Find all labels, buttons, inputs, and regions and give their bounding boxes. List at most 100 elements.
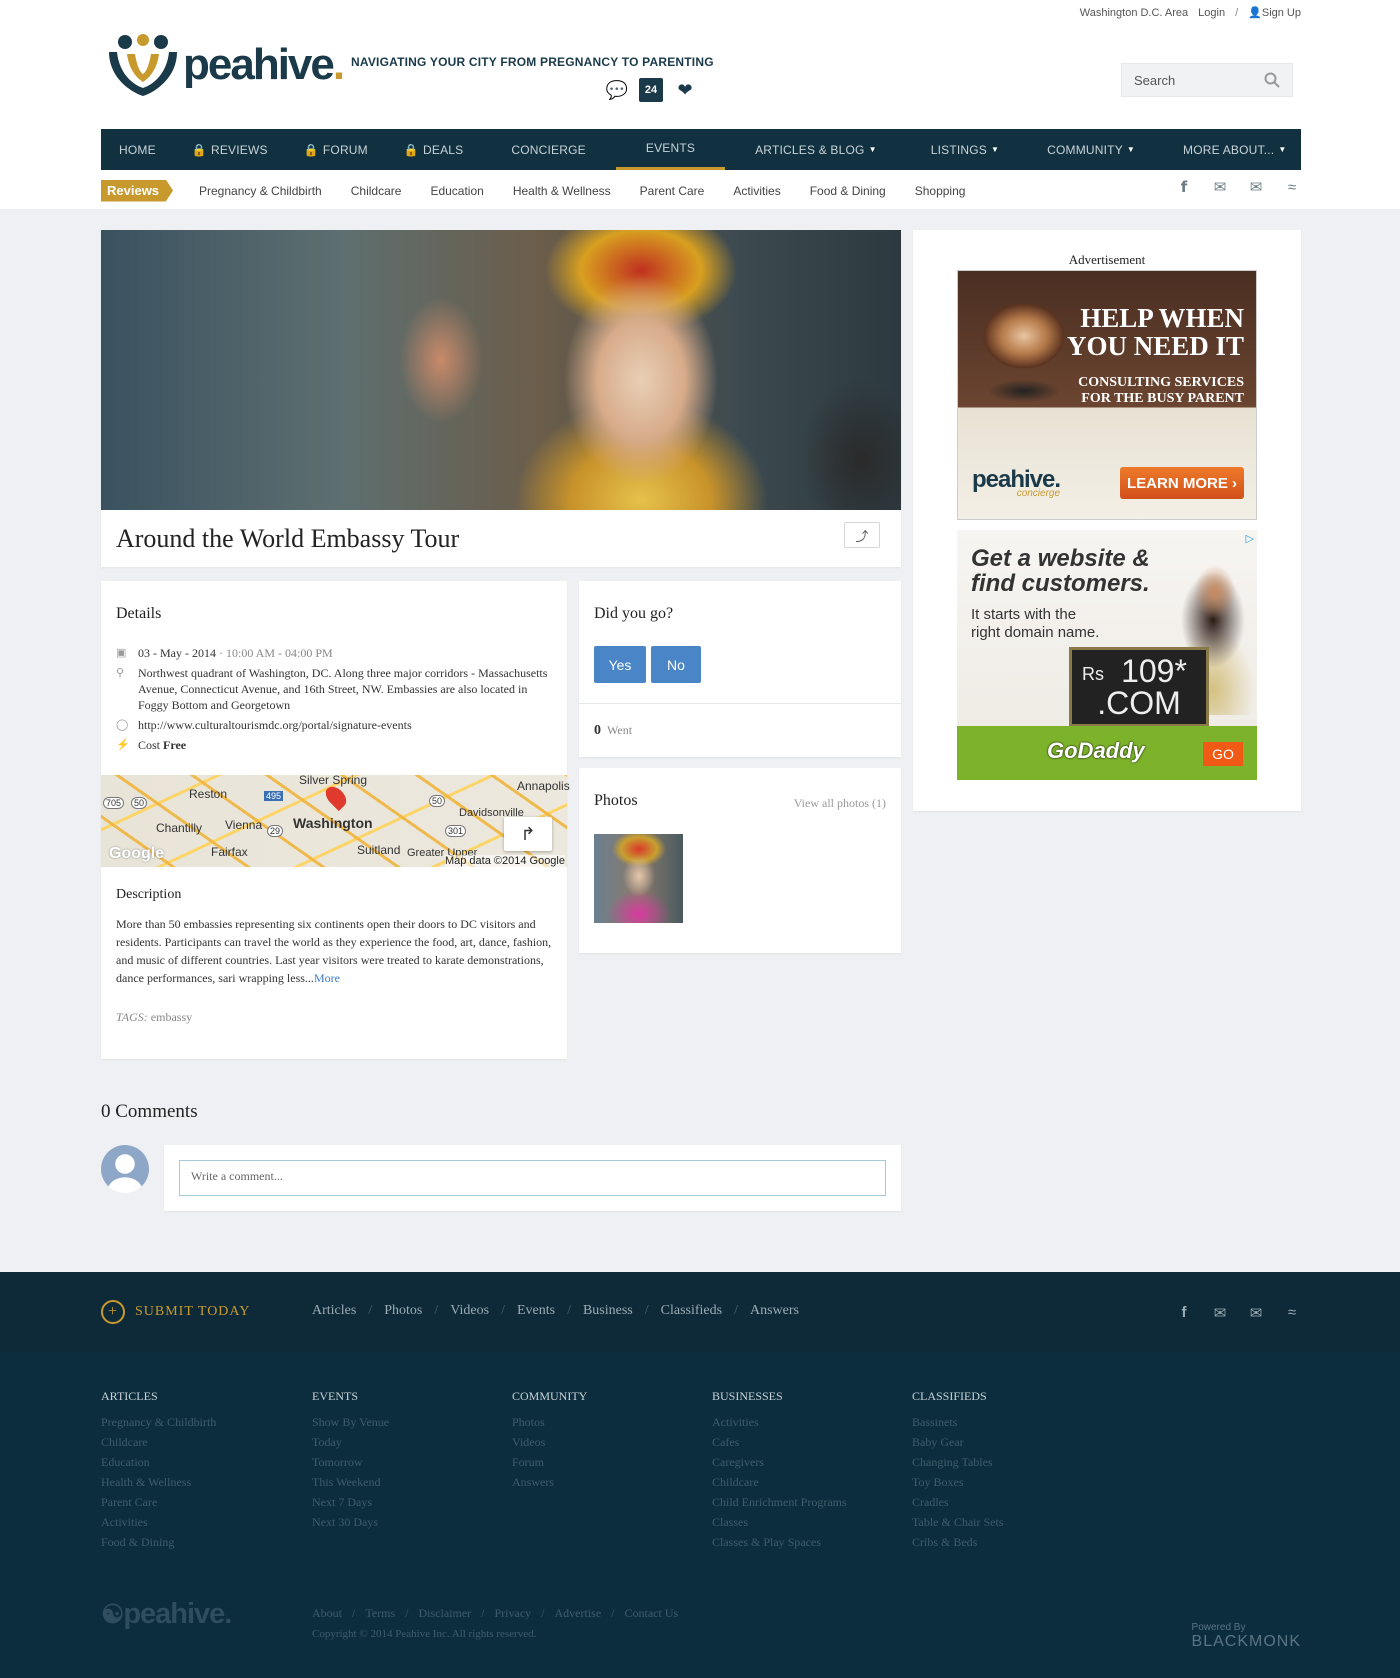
footer-column-link[interactable]: Cradles xyxy=(912,1492,1003,1512)
url-row: ◯ http://www.culturaltourismdc.org/portal… xyxy=(116,717,556,733)
event-map[interactable]: Silver Spring Reston Chantilly Vienna Wa… xyxy=(101,773,570,867)
footer-link[interactable]: Articles xyxy=(312,1303,356,1319)
footer-column-link[interactable]: Next 7 Days xyxy=(312,1492,389,1512)
facebook-icon[interactable]: f xyxy=(1175,178,1193,196)
footer-logo[interactable]: ☯peahive. xyxy=(101,1598,232,1631)
godaddy-ad[interactable]: ▷ Get a website & find customers. It star… xyxy=(957,530,1257,780)
tag-link[interactable]: embassy xyxy=(151,1010,192,1024)
comment-input[interactable]: Write a comment... xyxy=(179,1160,886,1196)
footer-link[interactable]: Classifieds xyxy=(661,1303,722,1319)
nav-forum[interactable]: 🔒 FORUM xyxy=(286,129,386,170)
directions-button[interactable]: ↱ xyxy=(504,817,552,851)
photo-thumbnail[interactable] xyxy=(594,834,683,923)
mail-icon[interactable]: ✉ xyxy=(1247,178,1265,196)
go-button[interactable]: GO xyxy=(1203,742,1243,766)
footer-column-link[interactable]: This Weekend xyxy=(312,1472,389,1492)
login-link[interactable]: Login xyxy=(1198,7,1225,19)
date-separator: · xyxy=(219,646,223,660)
mail-icon[interactable]: ✉ xyxy=(1247,1304,1265,1322)
map-route-shield: 29 xyxy=(267,825,284,837)
region-label[interactable]: Washington D.C. Area xyxy=(1080,7,1188,19)
footer-column-link[interactable]: Cribs & Beds xyxy=(912,1532,1003,1552)
signup-link[interactable]: 👤Sign Up xyxy=(1248,6,1301,19)
footer-column-link[interactable]: Parent Care xyxy=(101,1492,216,1512)
nav-articles[interactable]: ARTICLES & BLOG ▼ xyxy=(725,129,907,170)
nav-more[interactable]: MORE ABOUT... ▼ xyxy=(1159,129,1300,170)
facebook-icon[interactable]: f xyxy=(1175,1304,1193,1322)
footer-column-link[interactable]: Tomorrow xyxy=(312,1452,389,1472)
nav-concierge[interactable]: CONCIERGE xyxy=(481,129,615,170)
footer-column-link[interactable]: Show By Venue xyxy=(312,1412,389,1432)
footer-column-link[interactable]: Food & Dining xyxy=(101,1532,216,1552)
footer-column-link[interactable]: Table & Chair Sets xyxy=(912,1512,1003,1532)
footer-link[interactable]: Photos xyxy=(384,1303,422,1319)
footer-column-link[interactable]: Classes & Play Spaces xyxy=(712,1532,847,1552)
twitter-icon[interactable]: ✉ xyxy=(1211,178,1229,196)
footer-column-link[interactable]: Forum xyxy=(512,1452,587,1472)
ad2-headline-line: Get a website & xyxy=(971,545,1150,572)
footer-column-link[interactable]: Toy Boxes xyxy=(912,1472,1003,1492)
twitter-icon[interactable]: ✉ xyxy=(1211,1304,1229,1322)
search-icon[interactable] xyxy=(1264,72,1280,88)
event-url[interactable]: http://www.culturaltourismdc.org/portal/… xyxy=(138,717,412,733)
footer-column-link[interactable]: Bassinets xyxy=(912,1412,1003,1432)
site-logo[interactable]: peahive. xyxy=(105,32,345,98)
footer-column-link[interactable]: Videos xyxy=(512,1432,587,1452)
nav-deals[interactable]: 🔒 DEALS xyxy=(386,129,482,170)
footer-column-link[interactable]: Changing Tables xyxy=(912,1452,1003,1472)
footer-column-link[interactable]: Cafes xyxy=(712,1432,847,1452)
footer-column-link[interactable]: Childcare xyxy=(101,1432,216,1452)
learn-more-button[interactable]: LEARN MORE › xyxy=(1120,467,1244,499)
subnav-item[interactable]: Shopping xyxy=(915,184,966,198)
footer-link[interactable]: Videos xyxy=(450,1303,489,1319)
footer-column-link[interactable]: Health & Wellness xyxy=(101,1472,216,1492)
view-all-photos-link[interactable]: View all photos (1) xyxy=(794,796,886,811)
nav-community[interactable]: COMMUNITY ▼ xyxy=(1023,129,1159,170)
nav-home[interactable]: HOME xyxy=(101,129,174,170)
footer-bottom-link[interactable]: Terms xyxy=(365,1606,395,1621)
footer-column-link[interactable]: Child Enrichment Programs xyxy=(712,1492,847,1512)
subnav-item[interactable]: Parent Care xyxy=(640,184,705,198)
subnav-item[interactable]: Pregnancy & Childbirth xyxy=(199,184,322,198)
nav-listings[interactable]: LISTINGS ▼ xyxy=(907,129,1023,170)
footer-bottom-link[interactable]: Advertise xyxy=(555,1606,602,1621)
concierge-ad[interactable]: HELP WHEN YOU NEED IT CONSULTING SERVICES… xyxy=(957,270,1257,520)
footer-column-link[interactable]: Education xyxy=(101,1452,216,1472)
nav-reviews[interactable]: 🔒 REVIEWS xyxy=(174,129,286,170)
powered-by[interactable]: Powered By BLACKMONK xyxy=(1192,1622,1301,1651)
subnav-item[interactable]: Childcare xyxy=(351,184,402,198)
subnav-item[interactable]: Activities xyxy=(733,184,780,198)
subnav-item[interactable]: Education xyxy=(430,184,483,198)
subnav-item[interactable]: Health & Wellness xyxy=(513,184,611,198)
footer-bottom-link[interactable]: About xyxy=(312,1606,342,1621)
nav-events[interactable]: EVENTS xyxy=(615,129,726,170)
footer-column-link[interactable]: Activities xyxy=(712,1412,847,1432)
footer-column-link[interactable]: Activities xyxy=(101,1512,216,1532)
footer-column-link[interactable]: Pregnancy & Childbirth xyxy=(101,1412,216,1432)
footer-column-link[interactable]: Baby Gear xyxy=(912,1432,1003,1452)
subnav-item[interactable]: Food & Dining xyxy=(810,184,886,198)
search-input[interactable]: Search xyxy=(1121,63,1293,97)
details-heading: Details xyxy=(116,605,162,622)
yes-button[interactable]: Yes xyxy=(594,646,646,683)
footer-bottom-link[interactable]: Privacy xyxy=(495,1606,532,1621)
footer-bottom-link[interactable]: Contact Us xyxy=(625,1606,679,1621)
footer-column-link[interactable]: Childcare xyxy=(712,1472,847,1492)
map-marker-icon[interactable] xyxy=(321,782,351,812)
footer-column-link[interactable]: Classes xyxy=(712,1512,847,1532)
footer-column-link[interactable]: Today xyxy=(312,1432,389,1452)
rss-icon[interactable]: ≈ xyxy=(1283,1304,1301,1322)
footer-column-link[interactable]: Next 30 Days xyxy=(312,1512,389,1532)
rss-icon[interactable]: ≈ xyxy=(1283,178,1301,196)
share-button[interactable]: ⤴ xyxy=(844,522,880,548)
footer-column-link[interactable]: Caregivers xyxy=(712,1452,847,1472)
footer-bottom-link[interactable]: Disclaimer xyxy=(419,1606,472,1621)
footer-link[interactable]: Answers xyxy=(750,1303,799,1319)
footer-column-link[interactable]: Answers xyxy=(512,1472,587,1492)
no-button[interactable]: No xyxy=(651,646,701,683)
more-link[interactable]: More xyxy=(314,971,340,985)
footer-link[interactable]: Business xyxy=(583,1303,633,1319)
footer-link[interactable]: Events xyxy=(517,1303,555,1319)
footer-column-link[interactable]: Photos xyxy=(512,1412,587,1432)
submit-today-button[interactable]: + SUBMIT TODAY xyxy=(101,1300,250,1324)
